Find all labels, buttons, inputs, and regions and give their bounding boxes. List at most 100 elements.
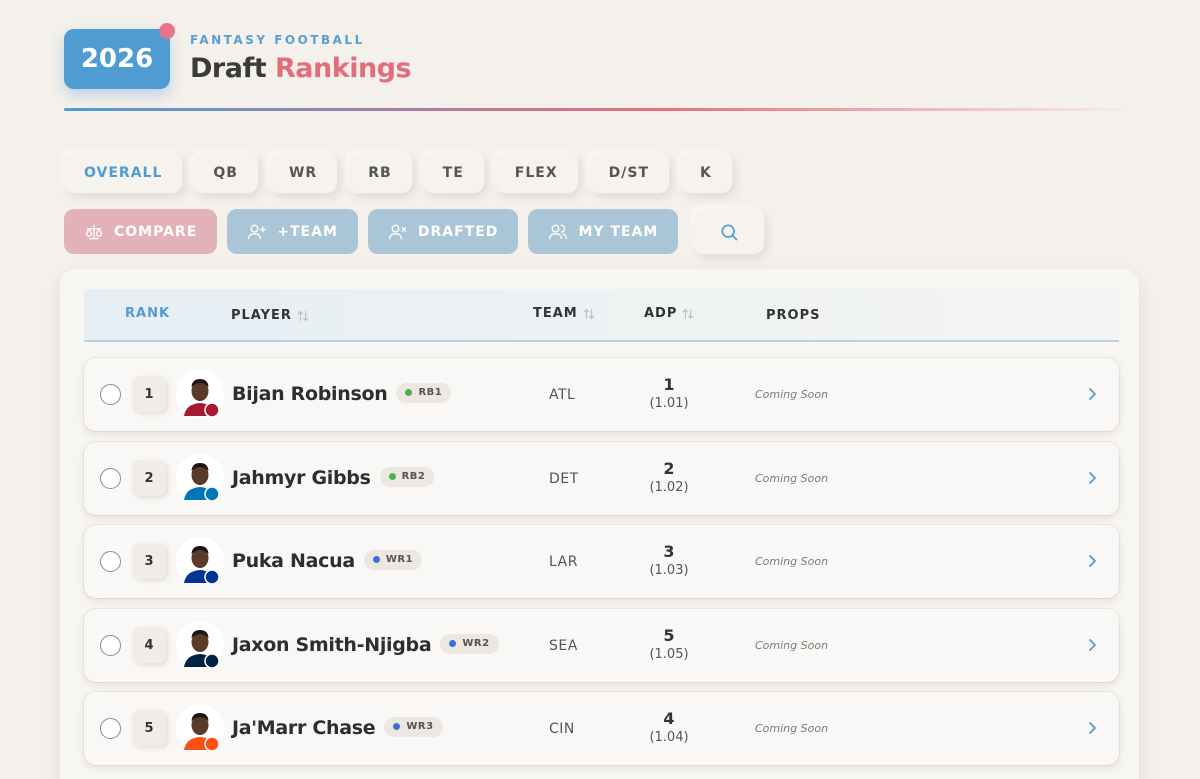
drafted-button[interactable]: DRAFTED xyxy=(367,209,519,254)
column-player[interactable]: PLAYER xyxy=(231,308,310,323)
player-avatar xyxy=(176,454,224,502)
player-name-text: Jahmyr Gibbs xyxy=(232,467,371,489)
user-x-icon xyxy=(388,224,407,239)
position-rank: WR1 xyxy=(385,554,414,565)
row-checkbox[interactable] xyxy=(100,551,121,572)
position-dot xyxy=(393,723,401,730)
chevron-right-icon[interactable] xyxy=(1085,720,1099,736)
table-row[interactable]: 5 Ja'Marr Chase WR3 CIN 4 (1.04) Coming S… xyxy=(84,692,1119,765)
adp-value: 2 xyxy=(663,459,675,478)
eyebrow-label: FANTASY FOOTBALL xyxy=(190,33,365,47)
props-status: Coming Soon xyxy=(755,388,829,401)
position-rank: WR2 xyxy=(462,638,490,649)
year-badge: 2026 xyxy=(64,29,170,89)
position-dot xyxy=(372,556,380,563)
rank-number: 1 xyxy=(132,376,166,412)
player-name[interactable]: Jaxon Smith-Njigba WR2 xyxy=(232,633,499,656)
add-team-label: +TEAM xyxy=(277,223,338,240)
position-badge: RB1 xyxy=(396,382,452,403)
position-rank: RB1 xyxy=(418,387,443,398)
users-icon xyxy=(549,224,568,239)
table-row[interactable]: 4 Jaxon Smith-Njigba WR2 SEA 5 (1.05) Com… xyxy=(84,609,1119,682)
rank-number: 2 xyxy=(132,460,166,496)
adp-cell: 1 (1.01) xyxy=(639,375,699,413)
player-name[interactable]: Ja'Marr Chase WR3 xyxy=(232,716,443,739)
row-checkbox[interactable] xyxy=(100,718,121,739)
column-props: PROPS xyxy=(766,308,820,323)
row-checkbox[interactable] xyxy=(100,384,121,405)
page-title: Draft Rankings xyxy=(190,53,412,84)
adp-cell: 5 (1.05) xyxy=(639,626,699,664)
header-divider xyxy=(64,108,1134,111)
player-headshot-icon xyxy=(176,370,224,418)
column-adp-label: ADP xyxy=(644,306,678,321)
adp-value: 1 xyxy=(663,375,675,394)
chevron-right-icon[interactable] xyxy=(1085,470,1099,486)
team-abbr: ATL xyxy=(549,387,576,403)
chevron-right-icon[interactable] xyxy=(1085,553,1099,569)
search-icon xyxy=(721,224,738,240)
team-abbr: SEA xyxy=(549,638,578,654)
chevron-right-icon[interactable] xyxy=(1085,386,1099,402)
adp-value: 3 xyxy=(663,542,675,561)
player-name-text: Bijan Robinson xyxy=(232,383,388,405)
position-badge: WR1 xyxy=(363,549,423,570)
row-checkbox[interactable] xyxy=(100,635,121,656)
tab-dst[interactable]: D/ST xyxy=(588,153,669,193)
my-team-label: MY TEAM xyxy=(578,223,659,240)
tab-overall[interactable]: OVERALL xyxy=(64,153,183,193)
user-plus-icon xyxy=(248,224,267,239)
tab-k[interactable]: K xyxy=(680,153,732,193)
position-badge: WR2 xyxy=(440,633,499,654)
adp-pick: (1.01) xyxy=(649,396,689,411)
rank-value: 2 xyxy=(144,470,154,486)
tab-te[interactable]: TE xyxy=(422,153,484,193)
rank-value: 3 xyxy=(144,553,154,569)
player-headshot-icon xyxy=(176,621,224,669)
rank-number: 5 xyxy=(132,710,166,746)
drafted-label: DRAFTED xyxy=(417,223,499,240)
sort-icon xyxy=(583,308,595,319)
player-avatar xyxy=(176,537,224,585)
tab-qb[interactable]: QB xyxy=(193,153,258,193)
row-checkbox[interactable] xyxy=(100,468,121,489)
rankings-table: RANK PLAYER TEAM ADP PROPS 1 Bijan Robin… xyxy=(60,269,1139,779)
compare-button[interactable]: COMPARE xyxy=(64,209,218,254)
player-name-text: Ja'Marr Chase xyxy=(232,717,376,739)
table-row[interactable]: 1 Bijan Robinson RB1 ATL 1 (1.01) Coming … xyxy=(84,358,1119,431)
column-props-label: PROPS xyxy=(766,308,821,323)
player-name[interactable]: Bijan Robinson RB1 xyxy=(232,382,452,405)
add-team-button[interactable]: +TEAM xyxy=(227,209,358,254)
table-header: RANK PLAYER TEAM ADP PROPS xyxy=(84,289,1119,342)
title-main: Draft xyxy=(190,53,267,84)
position-dot xyxy=(388,473,396,480)
action-bar: COMPARE +TEAM DRAFTED MY TEAM xyxy=(64,209,765,254)
search-button[interactable] xyxy=(694,209,765,254)
adp-pick: (1.05) xyxy=(649,647,689,662)
props-status: Coming Soon xyxy=(755,722,829,735)
rank-value: 5 xyxy=(144,720,154,736)
adp-cell: 3 (1.03) xyxy=(639,542,699,580)
position-badge: RB2 xyxy=(379,466,435,487)
compare-label: COMPARE xyxy=(114,223,198,240)
table-row[interactable]: 3 Puka Nacua WR1 LAR 3 (1.03) Coming Soon xyxy=(84,525,1119,598)
chevron-right-icon[interactable] xyxy=(1085,637,1099,653)
column-team[interactable]: TEAM xyxy=(533,306,596,321)
tab-rb[interactable]: RB xyxy=(348,153,412,193)
adp-value: 5 xyxy=(663,626,675,645)
player-name[interactable]: Puka Nacua WR1 xyxy=(232,549,423,572)
my-team-button[interactable]: MY TEAM xyxy=(528,209,679,254)
table-row[interactable]: 2 Jahmyr Gibbs RB2 DET 2 (1.02) Coming So… xyxy=(84,442,1119,515)
position-dot xyxy=(449,640,457,647)
props-status: Coming Soon xyxy=(755,472,829,485)
column-rank[interactable]: RANK xyxy=(125,306,170,321)
props-status: Coming Soon xyxy=(755,639,829,652)
tab-wr[interactable]: WR xyxy=(268,153,338,193)
props-status: Coming Soon xyxy=(755,555,829,568)
adp-pick: (1.04) xyxy=(649,730,689,745)
column-adp[interactable]: ADP xyxy=(644,306,695,321)
team-abbr: LAR xyxy=(549,554,578,570)
player-name[interactable]: Jahmyr Gibbs RB2 xyxy=(232,466,435,489)
tab-flex[interactable]: FLEX xyxy=(494,153,578,193)
adp-pick: (1.02) xyxy=(649,480,689,495)
